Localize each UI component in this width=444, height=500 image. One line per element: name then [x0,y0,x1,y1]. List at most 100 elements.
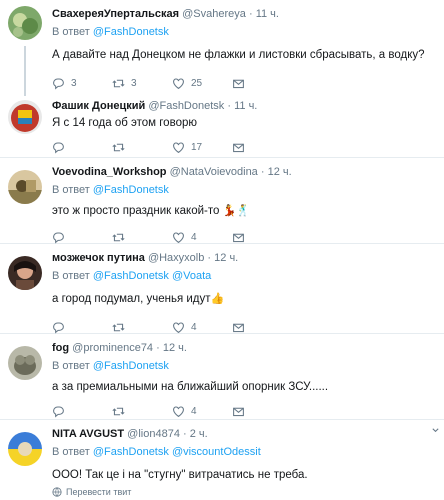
reply-to: В ответ @FashDonetsk [52,360,169,372]
reply-icon [53,406,64,418]
author-name[interactable]: СвахереяУпертальская [52,8,179,20]
author-handle[interactable]: @prominence74 [72,342,153,354]
reply-to: В ответ @FashDonetsk @Voata [52,270,212,282]
reply-icon [53,78,64,90]
tweet[interactable]: мозжечок путина @Haxyxolb · 12 ч. В отве… [0,244,444,334]
thread-line [24,46,26,96]
tweet-text: ООО! Так це і на "стугну" витрачатись не… [52,469,308,481]
translate-label: Перевести твит [66,487,132,497]
reply-count: 3 [71,77,77,89]
like-button[interactable]: 4 [172,230,197,244]
retweet-button[interactable] [112,140,125,154]
author-handle[interactable]: @Haxyxolb [148,252,204,264]
like-button[interactable]: 17 [172,140,202,154]
message-button[interactable] [232,76,245,90]
mention-link[interactable]: @FashDonetsk [93,446,169,458]
avatar[interactable] [8,346,42,380]
reply-icon [53,232,64,244]
avatar[interactable] [8,432,42,466]
tweet-actions: 4 [52,230,292,244]
tweet[interactable]: Фашик Донецкий @FashDonetsk · 11 ч. Я с … [0,96,444,158]
tweet-actions: 4 [52,404,292,418]
envelope-icon [233,79,244,88]
tweet-actions: 4 [52,320,292,334]
reply-button[interactable] [52,230,65,244]
message-button[interactable] [232,230,245,244]
avatar[interactable] [8,6,42,40]
tweet[interactable]: Voevodina_Workshop @NataVoievodina · 12 … [0,158,444,244]
dancers-emoji: 💃🕺 [222,205,250,217]
reply-button[interactable] [52,404,65,418]
tweet[interactable]: fog @prominence74 · 12 ч. В ответ @FashD… [0,334,444,420]
heart-icon [173,232,184,243]
reply-button[interactable]: 3 [52,76,77,90]
mention-link[interactable]: @FashDonetsk [93,184,169,196]
mention-link[interactable]: @viscountOdessit [172,446,261,458]
heart-icon [173,322,184,333]
author-handle[interactable]: @FashDonetsk [148,100,224,112]
tweet-actions: 3 3 25 [52,76,292,90]
retweet-button[interactable] [112,230,125,244]
tweet-text: А давайте над Донецком не флажки и листо… [52,49,425,61]
reply-to: В ответ @FashDonetsk @viscountOdessit [52,446,261,458]
author-name[interactable]: Фашик Донецкий [52,100,145,112]
like-button[interactable]: 25 [172,76,202,90]
retweet-icon [112,143,125,151]
like-count: 4 [191,231,197,243]
author-name[interactable]: fog [52,342,69,354]
mention-link[interactable]: @FashDonetsk [93,26,169,38]
chevron-down-icon[interactable] [431,426,440,435]
tweet-text: а город подумал, ученья идут👍 [52,293,225,305]
retweet-count: 3 [131,77,137,89]
tweet-text: а за премиальными на ближайший опорник З… [52,381,329,393]
tweet-time[interactable]: 11 ч. [234,100,257,112]
like-count: 17 [191,141,203,153]
tweet-time[interactable]: 12 ч. [163,342,187,354]
retweet-icon [112,233,125,241]
tweet-text: это ж просто праздник какой-то 💃🕺 [52,205,250,217]
translate-link[interactable]: Перевести твит [52,487,131,497]
tweet-time[interactable]: 12 ч. [214,252,238,264]
author-handle[interactable]: @Svahereya [182,8,246,20]
retweet-button[interactable] [112,320,125,334]
like-count: 4 [191,405,197,417]
retweet-button[interactable]: 3 [112,76,137,90]
avatar[interactable] [8,256,42,290]
mention-link[interactable]: @FashDonetsk [93,360,169,372]
retweet-icon [112,407,125,415]
envelope-icon [233,407,244,416]
tweet-actions: 17 [52,140,292,154]
reply-button[interactable] [52,320,65,334]
thumbs-up-emoji: 👍 [210,293,225,305]
avatar[interactable] [8,170,42,204]
author-handle[interactable]: @NataVoievodina [170,166,258,178]
tweet[interactable]: СвахереяУпертальская @Svahereya · 11 ч. … [0,0,444,96]
like-count: 25 [191,77,203,89]
tweet-time[interactable]: 2 ч. [190,428,208,440]
author-name[interactable]: Voevodina_Workshop [52,166,167,178]
author-handle[interactable]: @lion4874 [127,428,180,440]
author-name[interactable]: NITA AVGUST [52,428,124,440]
reply-button[interactable] [52,140,65,154]
mention-link[interactable]: @Voata [172,270,211,282]
author-name[interactable]: мозжечок путина [52,252,145,264]
tweet-time[interactable]: 12 ч. [268,166,292,178]
envelope-icon [233,323,244,332]
like-button[interactable]: 4 [172,404,197,418]
heart-icon [173,78,184,89]
retweet-icon [112,323,125,331]
message-button[interactable] [232,320,245,334]
reply-to: В ответ @FashDonetsk [52,184,169,196]
tweet-text: Я с 14 года об этом говорю [52,117,197,129]
mention-link[interactable]: @FashDonetsk [93,270,169,282]
like-count: 4 [191,321,197,333]
envelope-icon [233,233,244,242]
avatar[interactable] [8,100,42,134]
retweet-button[interactable] [112,404,125,418]
message-button[interactable] [232,404,245,418]
tweet-time[interactable]: 11 ч. [256,8,279,20]
message-button[interactable] [232,140,245,154]
globe-icon [52,487,62,497]
retweet-icon [112,79,125,87]
like-button[interactable]: 4 [172,320,197,334]
